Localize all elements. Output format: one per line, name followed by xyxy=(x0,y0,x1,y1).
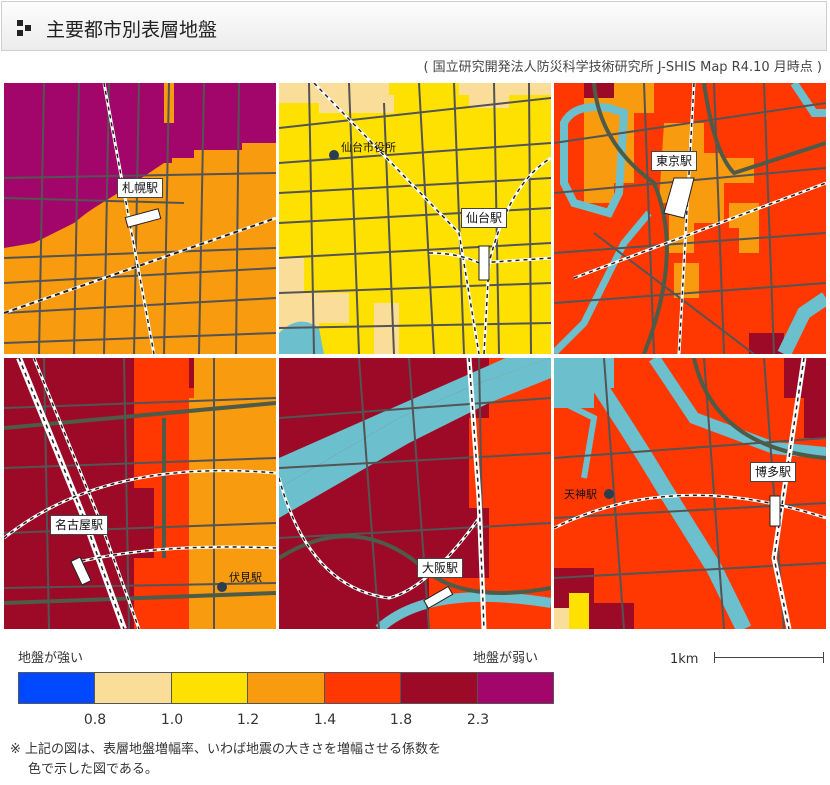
station-label-tokyo: 東京駅 xyxy=(651,151,698,171)
map-grid: 札幌駅 仙台市役所 仙台駅 東京駅 名古屋駅 伏見駅 大阪駅 博多駅 天神駅 xyxy=(4,83,826,630)
colorbar-swatch xyxy=(19,673,96,703)
header-bar: 主要都市別表層地盤 xyxy=(1,1,827,51)
colorbar-swatch xyxy=(477,673,553,703)
station-label-osaka: 大阪駅 xyxy=(417,558,464,578)
map-sendai[interactable]: 仙台市役所 仙台駅 xyxy=(279,83,551,354)
map-fukuoka[interactable]: 博多駅 天神駅 xyxy=(554,358,826,629)
colorbar-swatch xyxy=(171,673,249,703)
page-title: 主要都市別表層地盤 xyxy=(46,19,218,41)
map-osaka[interactable]: 大阪駅 xyxy=(279,358,551,629)
colorbar-tick: 2.3 xyxy=(466,712,490,728)
amplification-colorbar xyxy=(18,672,554,704)
sub-station-label-tenjin: 天神駅 xyxy=(564,488,597,501)
colorbar-swatch xyxy=(248,673,325,703)
colorbar-swatch xyxy=(324,673,402,703)
scale-line xyxy=(714,652,824,663)
station-label-sendai: 仙台駅 xyxy=(461,208,508,228)
station-label-nagoya: 名古屋駅 xyxy=(50,515,109,535)
footnote-line-2: 色で示した図である。 xyxy=(28,762,158,777)
map-tokyo[interactable]: 東京駅 xyxy=(554,83,826,354)
colorbar-swatch xyxy=(95,673,172,703)
colorbar-tick: 1.4 xyxy=(313,712,337,728)
city-hall-label: 仙台市役所 xyxy=(341,141,396,154)
station-label-sapporo: 札幌駅 xyxy=(117,178,164,198)
footnote: ※ 上記の図は、表層地盤増幅率、いわば地震の大きさを増幅させる係数を 色で示した… xyxy=(10,740,441,780)
footnote-line-1: ※ 上記の図は、表層地盤増幅率、いわば地震の大きさを増幅させる係数を xyxy=(10,742,442,757)
scale-label: 1km xyxy=(670,652,699,667)
colorbar-tick: 1.0 xyxy=(160,712,184,728)
colorbar-tick: 1.2 xyxy=(236,712,260,728)
scale-bar: 1km xyxy=(670,648,824,667)
legend-weak-label: 地盤が弱い xyxy=(473,651,539,666)
sub-station-label-fushimi: 伏見駅 xyxy=(229,571,262,584)
colorbar-tick: 0.8 xyxy=(83,712,107,728)
section-bullet-icon xyxy=(17,20,31,36)
colorbar-swatch xyxy=(401,673,478,703)
colorbar-tick: 1.8 xyxy=(389,712,413,728)
station-label-hakata: 博多駅 xyxy=(750,462,797,482)
map-sapporo[interactable]: 札幌駅 xyxy=(4,83,276,354)
map-nagoya[interactable]: 名古屋駅 伏見駅 xyxy=(4,358,276,629)
source-credit: ( 国立研究開発法人防災科学技術研究所 J-SHIS Map R4.10 月時点… xyxy=(423,60,822,75)
legend-strong-label: 地盤が強い xyxy=(18,651,84,666)
